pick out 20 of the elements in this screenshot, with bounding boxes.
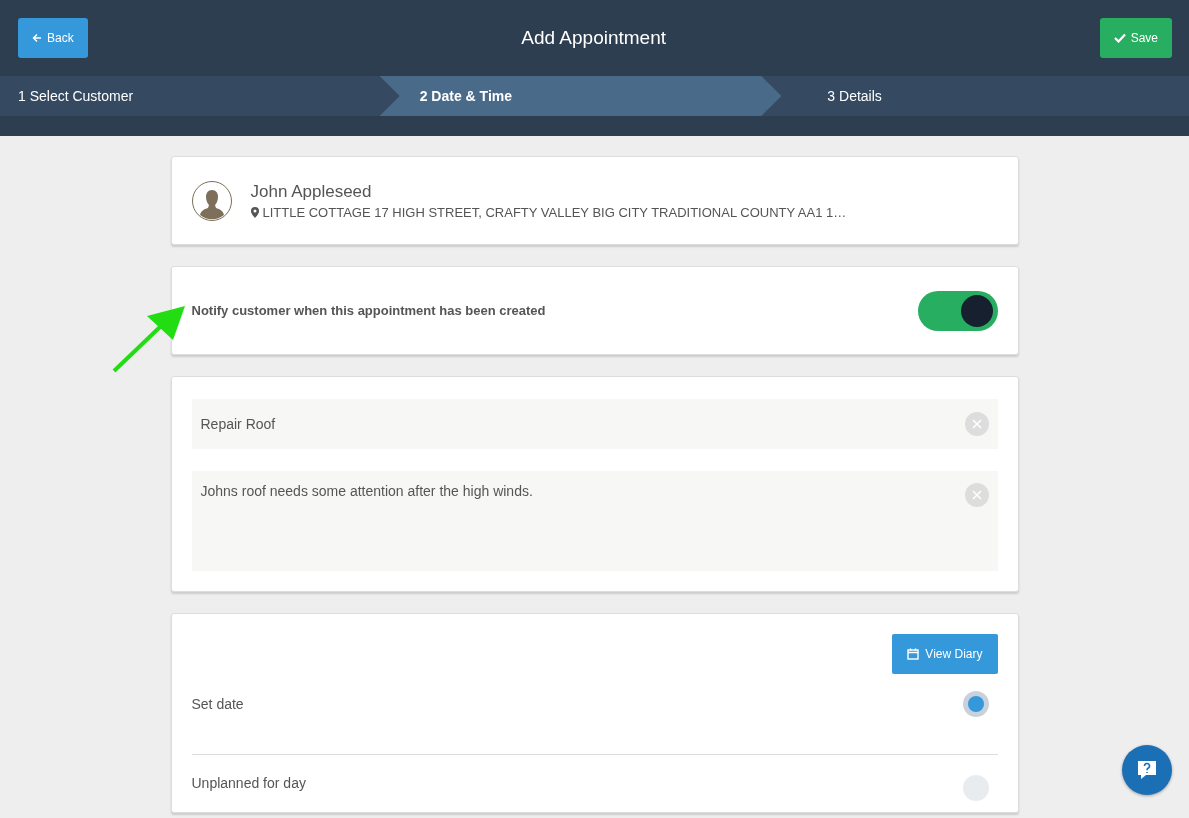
arrow-left-icon (32, 33, 42, 43)
option-label: Set date (191, 696, 244, 712)
chat-bubble-icon (1136, 759, 1158, 781)
notify-toggle[interactable] (917, 290, 998, 331)
map-pin-icon (250, 206, 259, 218)
page-title: Add Appointment (521, 27, 666, 49)
step-tab[interactable]: 1 Select Customer (0, 76, 380, 116)
customer-address: LITTLE COTTAGE 17 HIGH STREET, CRAFTY VALLEY BIG CITY TRADITIONAL COUNTY AA1 1… (262, 204, 847, 220)
help-chat-button[interactable] (1122, 745, 1172, 795)
option-label: Unplanned for day (191, 775, 306, 791)
title-field[interactable]: Repair Roof (191, 399, 998, 449)
notes-field[interactable]: Johns roof needs some attention after the high winds. (191, 471, 998, 571)
notify-label: Notify customer when this appointment has been created (191, 303, 546, 318)
radio-button[interactable] (962, 691, 989, 717)
avatar-icon (191, 180, 232, 221)
customer-name: John Appleseed (250, 181, 373, 202)
step-tab[interactable]: 2 Date & Time (379, 76, 782, 116)
calendar-icon (907, 648, 920, 660)
step-tab[interactable]: 3 Details (781, 76, 1189, 116)
check-icon (1113, 33, 1126, 43)
